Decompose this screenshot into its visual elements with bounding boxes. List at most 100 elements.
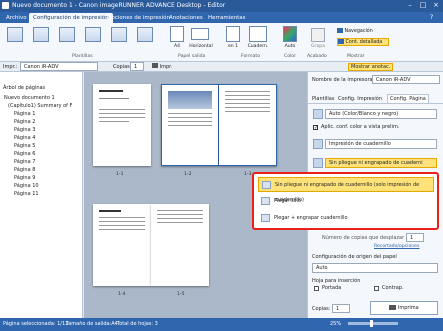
staple-icon[interactable] <box>311 28 325 42</box>
print-quick-label: Impr. <box>159 64 173 70</box>
group-label-mostrar: Mostrar <box>347 54 365 59</box>
paper-source-select[interactable]: Auto <box>312 263 438 273</box>
template-button-6[interactable] <box>134 27 156 47</box>
option-fold-only[interactable]: Plegar sólo <box>258 194 434 209</box>
ribbon-tab-bar: Archivo Configuración de impresión Opcio… <box>0 12 443 23</box>
print-mode-select[interactable]: Impresión de cuadernillo <box>325 139 437 149</box>
tree-page-10[interactable]: Página 10 <box>14 182 39 190</box>
pages-per-sheet-label[interactable]: en 1 <box>222 44 244 49</box>
preview-page-1-1[interactable] <box>93 84 151 166</box>
tree-page-7[interactable]: Página 7 <box>14 158 35 166</box>
template-button-2[interactable] <box>30 27 52 47</box>
copies-input[interactable]: 1 <box>130 62 144 71</box>
group-label-papel-salida: Papel salida <box>178 54 206 59</box>
page-tree-pane: Árbol de páginas Nuevo documento 1 (Capí… <box>0 72 83 318</box>
printer-select[interactable]: Canon iR-ADV <box>20 62 98 71</box>
staple-label[interactable]: Grapa <box>306 44 330 49</box>
no-fold-icon <box>262 181 271 189</box>
tree-root[interactable]: Nuevo documento 1 <box>4 94 55 102</box>
navigation-icon <box>337 28 343 33</box>
tab-opciones-impresion[interactable]: Opciones de impresión <box>103 13 174 23</box>
zoom-slider-thumb[interactable] <box>370 320 373 327</box>
page-label-1-5: 1-5 <box>177 292 185 297</box>
status-bar: Página seleccionada: 1/11 Tamaño de sali… <box>0 318 443 331</box>
page-label-1-3: 1-3 <box>244 172 252 177</box>
tree-page-3[interactable]: Página 3 <box>14 126 35 134</box>
tree-page-2[interactable]: Página 2 <box>14 118 35 126</box>
preview-page-1-3[interactable] <box>219 84 277 166</box>
window-title: Nuevo documento 1 - Canon imageRUNNER AD… <box>12 2 226 9</box>
printer-name-select[interactable]: Canon iR-ADV <box>372 75 440 84</box>
tree-page-4[interactable]: Página 4 <box>14 134 35 142</box>
print-button-icon <box>389 305 397 310</box>
fold-only-icon <box>261 197 270 205</box>
preview-page-1-5[interactable] <box>151 204 209 286</box>
tree-chapter[interactable]: (Capítulo1) Summary of F <box>8 102 72 110</box>
color-mode-label[interactable]: Auto <box>280 44 300 49</box>
booklet-label[interactable]: Cuadern. <box>244 44 272 49</box>
help-icon[interactable]: ? <box>430 14 438 21</box>
trim-options-link[interactable]: Recortado/opciones <box>374 244 419 249</box>
front-cover-label: Portada <box>322 285 342 291</box>
paper-size-label[interactable]: A4 <box>170 44 184 49</box>
template-button-1[interactable] <box>4 27 26 47</box>
tab-config-impresion[interactable]: Config. Impresión <box>338 96 382 102</box>
tree-page-9[interactable]: Página 9 <box>14 174 35 182</box>
option-no-fold[interactable]: Sin pliegue ni engrapado de cuadernillo … <box>258 177 434 203</box>
preview-page-1-4[interactable] <box>93 204 151 286</box>
front-cover-checkbox[interactable] <box>314 286 319 291</box>
tree-page-5[interactable]: Página 5 <box>14 142 35 150</box>
template-button-3[interactable] <box>56 27 78 47</box>
minimize-button[interactable]: – <box>404 1 416 10</box>
tab-herramientas[interactable]: Herramientas <box>204 13 249 23</box>
back-cover-checkbox[interactable] <box>374 286 379 291</box>
tree-page-8[interactable]: Página 8 <box>14 166 35 174</box>
template-button-5[interactable] <box>108 27 130 47</box>
printer-icon <box>152 63 158 68</box>
orientation-icon[interactable] <box>191 28 209 40</box>
preview-page-1-2[interactable] <box>161 84 219 166</box>
group-label-acabado: Acabado <box>307 54 327 59</box>
status-pages-selected: Página seleccionada: 1/11 <box>3 321 69 327</box>
tree-page-6[interactable]: Página 6 <box>14 150 35 158</box>
printer-label: Impr.: <box>3 64 18 70</box>
color-mode-icon[interactable] <box>283 26 297 42</box>
tab-plantillas[interactable]: Plantillas <box>312 96 334 102</box>
tree-page-11[interactable]: Página 11 <box>14 190 39 198</box>
insert-sheet-label: Hoja para inserción <box>312 278 361 284</box>
binding-select[interactable]: Sin pliegue ni engrapado de cuaderni <box>325 158 437 168</box>
apply-color-checkbox[interactable]: ✓ <box>313 125 318 131</box>
orientation-label[interactable]: Horizontal <box>186 44 216 49</box>
zoom-level[interactable]: 25% <box>330 321 341 327</box>
print-button[interactable]: Imprima <box>370 301 438 315</box>
zoom-slider[interactable] <box>348 322 398 325</box>
pages-per-sheet-icon[interactable] <box>226 26 240 42</box>
print-quick-button[interactable]: Impr. <box>152 63 172 70</box>
navigation-toggle[interactable]: Navegación <box>337 28 387 36</box>
color-mode-select[interactable]: Auto (Color/Blanco y negro) <box>325 109 437 119</box>
option-fold-only-label: Plegar sólo <box>274 198 301 204</box>
tab-anotaciones[interactable]: Anotaciones <box>165 13 207 23</box>
tab-archivo[interactable]: Archivo <box>2 13 31 23</box>
status-output-size: Tamaño de salida:A4 <box>66 321 118 327</box>
copies-shift-input[interactable]: 1 <box>406 233 424 242</box>
copies-input-2[interactable]: 1 <box>332 304 350 313</box>
detailed-settings-toggle[interactable]: Cont. detallada <box>337 38 389 46</box>
template-button-4[interactable] <box>82 27 104 47</box>
print-mode-thumb-icon <box>313 139 323 149</box>
maximize-button[interactable]: □ <box>417 1 429 10</box>
back-cover-label: Contrap. <box>382 285 404 291</box>
status-total-sheets: Total de hojas: 3 <box>117 321 158 327</box>
paper-size-icon[interactable] <box>170 26 184 42</box>
close-button[interactable]: × <box>430 1 442 10</box>
settings-icon <box>338 39 344 44</box>
tab-config-pagina[interactable]: Config. Página <box>387 94 429 103</box>
tab-configuracion-impresion[interactable]: Configuración de impresión <box>29 13 113 23</box>
option-fold-staple[interactable]: Plegar + engrapar cuadernillo <box>258 211 434 226</box>
tree-page-1[interactable]: Página 1 <box>14 110 35 118</box>
copies-label: Copias: <box>113 64 132 70</box>
paper-source-label: Configuración de origen del papel <box>312 254 397 260</box>
group-label-color: Color <box>284 54 296 59</box>
booklet-icon[interactable] <box>249 26 267 42</box>
show-annotations-button[interactable]: Mostrar anotac. <box>348 63 394 71</box>
